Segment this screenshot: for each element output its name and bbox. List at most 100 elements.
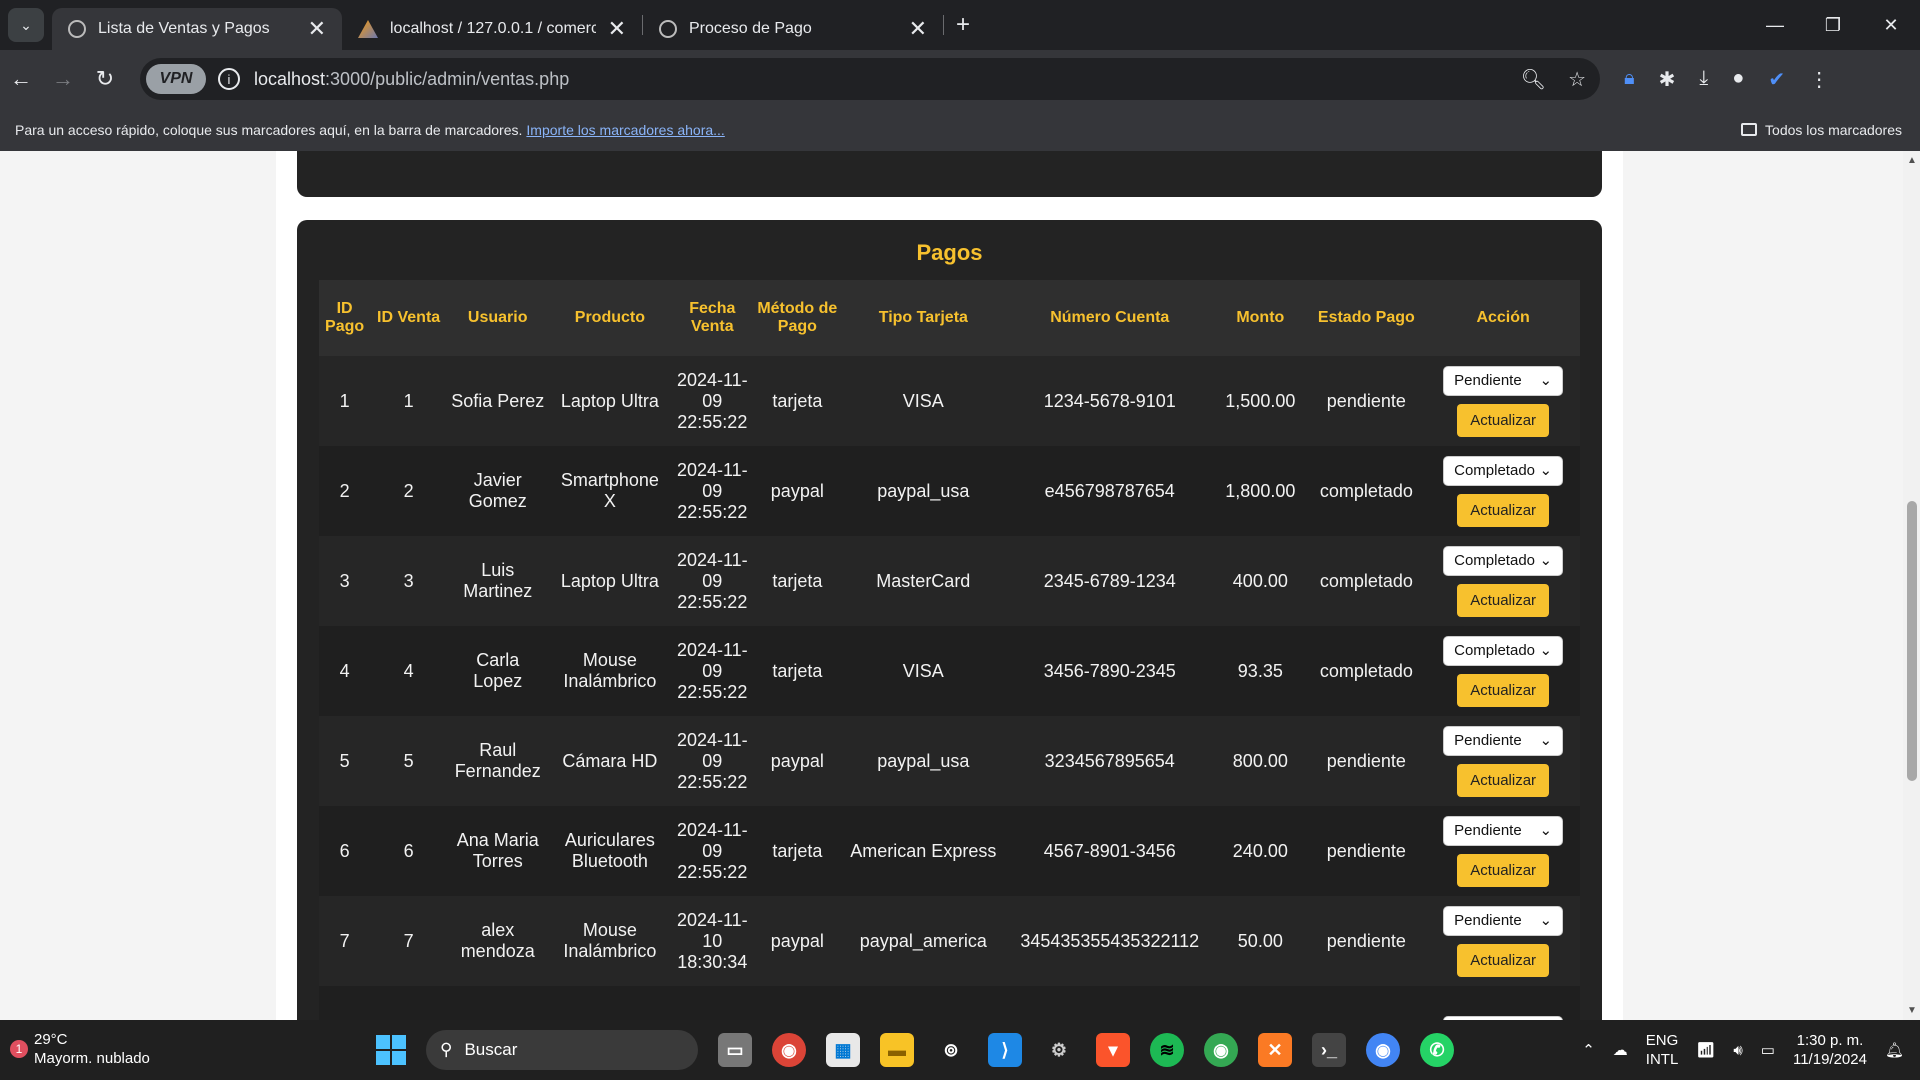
file-explorer-icon[interactable]: ▬	[880, 1033, 914, 1067]
status-select-value: Completado	[1454, 462, 1536, 479]
chevron-up-icon[interactable]: ⌃	[1582, 1041, 1595, 1059]
status-select[interactable]: Pendiente ⌄	[1443, 815, 1564, 846]
cell-metodo: paypal	[770, 480, 824, 501]
weather-widget[interactable]: 1 29°C Mayorm. nublado	[10, 1030, 150, 1068]
cell-estado: pendiente	[1326, 930, 1406, 951]
search-label: Buscar	[464, 1040, 518, 1059]
back-icon[interactable]: ←	[0, 66, 42, 92]
settings-icon[interactable]: ⚙	[1042, 1033, 1076, 1067]
minimize-icon[interactable]: —	[1746, 15, 1804, 36]
extensions-icon[interactable]: ✱	[1659, 67, 1676, 92]
chrome-icon[interactable]: ◉	[772, 1033, 806, 1067]
github-icon[interactable]: ⊚	[934, 1033, 968, 1067]
notification-bell-icon[interactable]: 🔔︎	[1885, 1041, 1904, 1059]
payments-title: Pagos	[916, 240, 983, 265]
task-view-icon[interactable]: ▭	[718, 1033, 752, 1067]
brave-icon[interactable]: ▾	[1096, 1033, 1130, 1067]
chrome-work-icon[interactable]: ◉	[1366, 1033, 1400, 1067]
address-bar[interactable]: VPN i localhost:3000/public/admin/ventas…	[140, 58, 1600, 100]
cell-venta: 6	[403, 840, 414, 861]
restore-icon[interactable]: ❐	[1804, 15, 1862, 36]
site-info-icon[interactable]: i	[218, 68, 240, 90]
tab-proceso-pago[interactable]: Proceso de Pago ✕	[643, 8, 943, 50]
all-bookmarks-button[interactable]: Todos los marcadores	[1741, 122, 1902, 138]
tab-separator	[943, 15, 944, 35]
whatsapp-icon[interactable]: ✆	[1420, 1033, 1454, 1067]
url-text[interactable]: localhost:3000/public/admin/ventas.php	[254, 69, 569, 90]
cell-metodo: tarjeta	[772, 660, 823, 681]
page-scrollbar[interactable]: ▲ ▼	[1903, 151, 1920, 1020]
terminal-icon[interactable]: ›_	[1312, 1033, 1346, 1067]
close-icon[interactable]: ✕	[608, 16, 626, 42]
header-accion: Acción	[1476, 309, 1530, 326]
cell-usuario: Carla Lopez	[473, 650, 523, 691]
forward-icon[interactable]: →	[42, 66, 84, 92]
cell-accion: Completado ⌄ Actualizar	[1426, 626, 1580, 716]
update-button[interactable]: Actualizar	[1457, 403, 1550, 437]
scroll-down-icon[interactable]: ▼	[1907, 1005, 1917, 1016]
close-icon[interactable]: ✕	[909, 16, 927, 42]
battery-icon[interactable]: ▭	[1761, 1041, 1775, 1059]
password-manager-icon[interactable]: 🔒︎	[1624, 67, 1635, 92]
status-select[interactable]: Completado ⌄	[1443, 545, 1564, 576]
download-icon[interactable]: ⤓	[1699, 67, 1708, 92]
cell-producto: Mouse Inalámbrico	[563, 920, 657, 961]
menu-icon[interactable]: ⋮	[1809, 67, 1829, 92]
update-button[interactable]: Actualizar	[1457, 853, 1550, 887]
scroll-thumb[interactable]	[1907, 501, 1917, 781]
taskbar-apps: ⚲ Buscar ▭ ◉ ▦ ▬ ⊚ ⟩ ⚙ ▾ ≋ ◉ ✕ ›_ ◉ ✆	[376, 1028, 1454, 1072]
spotify-icon[interactable]: ≋	[1150, 1033, 1184, 1067]
close-window-icon[interactable]: ✕	[1862, 15, 1920, 36]
taskbar-search[interactable]: ⚲ Buscar	[426, 1030, 698, 1070]
cell-id: 5	[339, 750, 350, 771]
status-select[interactable]: Completado ⌄	[1443, 455, 1564, 486]
cell-monto: 1,800.00	[1225, 480, 1296, 501]
xampp-icon[interactable]: ✕	[1258, 1033, 1292, 1067]
status-select[interactable]: Pendiente ⌄	[1443, 905, 1564, 936]
cell-venta: 2	[403, 480, 414, 501]
weather-temp: 29°C	[34, 1031, 68, 1048]
status-select-value: Pendiente	[1454, 372, 1522, 389]
tab-phpmyadmin[interactable]: localhost / 127.0.0.1 / comercio ✕	[342, 8, 642, 50]
security-shield-icon[interactable]: ✔	[1768, 67, 1785, 92]
language-indicator[interactable]: ENG INTL	[1646, 1031, 1679, 1069]
system-tray: ⌃ ☁ ENG INTL 📶︎ 🔊︎ ▭ 1:30 p. m. 11/19/20…	[1582, 1020, 1920, 1080]
windows-start-icon[interactable]	[376, 1035, 406, 1065]
chevron-down-icon: ⌄	[1539, 732, 1553, 749]
update-button[interactable]: Actualizar	[1457, 493, 1550, 527]
reload-icon[interactable]: ↻	[84, 66, 126, 92]
cell-producto: Mouse Inalámbrico	[563, 650, 657, 691]
url-host: localhost	[254, 68, 326, 89]
tab-search-button[interactable]: ⌄	[8, 8, 44, 42]
cell-accion: Pendiente⌄	[1426, 986, 1580, 1020]
status-select[interactable]: Pendiente ⌄	[1443, 365, 1564, 396]
close-icon[interactable]: ✕	[308, 16, 326, 42]
update-button[interactable]: Actualizar	[1457, 583, 1550, 617]
volume-icon[interactable]: 🔊︎	[1733, 1042, 1742, 1059]
scroll-up-icon[interactable]: ▲	[1907, 155, 1917, 166]
import-bookmarks-link[interactable]: Importe los marcadores ahora...	[526, 122, 724, 138]
cell-accion: Pendiente ⌄ Actualizar	[1426, 806, 1580, 896]
store-icon[interactable]: ▦	[826, 1033, 860, 1067]
update-button[interactable]: Actualizar	[1457, 943, 1550, 977]
clock[interactable]: 1:30 p. m. 11/19/2024	[1793, 1031, 1867, 1069]
chevron-down-icon: ⌄	[1539, 822, 1553, 839]
chrome-profile-icon[interactable]: ◉	[1204, 1033, 1238, 1067]
profile-icon[interactable]: ●	[1732, 67, 1744, 92]
cell-estado: pendiente	[1326, 750, 1406, 771]
cell-estado	[1306, 986, 1426, 1020]
new-tab-icon[interactable]: +	[956, 11, 970, 39]
cloud-icon[interactable]: ☁	[1613, 1041, 1628, 1059]
update-button[interactable]: Actualizar	[1457, 763, 1550, 797]
tab-ventas[interactable]: Lista de Ventas y Pagos ✕	[52, 8, 342, 50]
bookmark-star-icon[interactable]: ☆	[1568, 67, 1586, 92]
zoom-icon[interactable]: 🔍︎	[1521, 67, 1546, 92]
vscode-icon[interactable]: ⟩	[988, 1033, 1022, 1067]
vpn-badge[interactable]: VPN	[146, 64, 206, 94]
status-select[interactable]: Pendiente ⌄	[1443, 725, 1564, 756]
table-row: 3 3 Luis Martinez Laptop Ultra 2024-11-09 22…	[319, 536, 1580, 626]
globe-icon	[68, 20, 86, 38]
update-button[interactable]: Actualizar	[1457, 673, 1550, 707]
wifi-icon[interactable]: 📶︎	[1696, 1041, 1715, 1059]
status-select[interactable]: Completado ⌄	[1443, 635, 1564, 666]
